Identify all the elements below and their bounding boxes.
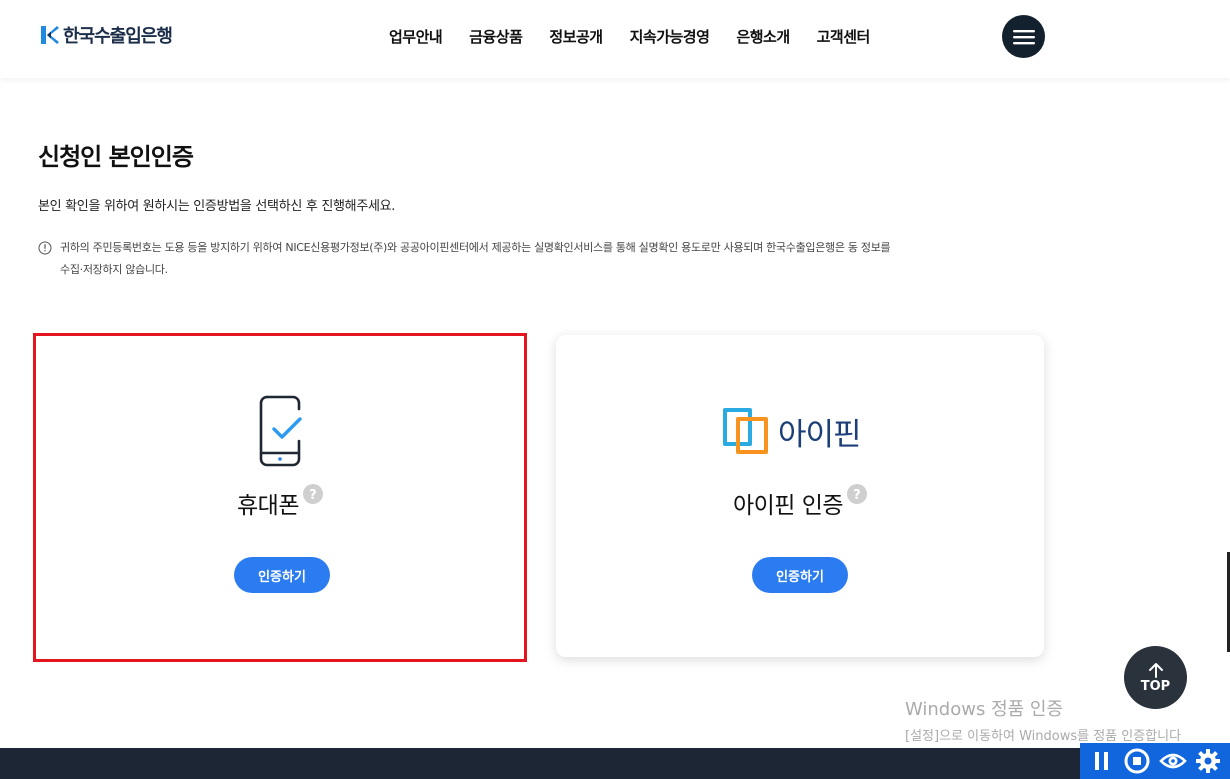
svg-text:?: ? <box>309 488 317 503</box>
nav-item-disclosure[interactable]: 정보공개 <box>549 26 603 47</box>
help-icon[interactable]: ? <box>302 484 323 504</box>
hamburger-menu-button[interactable] <box>1002 15 1045 58</box>
page-description: 본인 확인을 위하여 원하시는 인증방법을 선택하신 후 진행해주세요. <box>38 199 396 214</box>
watermark-subtitle: [설정]으로 이동하여 Windows를 정품 인증합니다 <box>905 729 1182 744</box>
site-header: 한국수출입은행 업무안내 금융상품 정보공개 지속가능경영 은행소개 고객센터 <box>0 0 1230 78</box>
nav-item-sustainability[interactable]: 지속가능경영 <box>630 26 710 47</box>
settings-button[interactable] <box>1193 746 1223 776</box>
ipin-auth-card[interactable]: 아이핀 아이핀 인증 ? 인증하기 <box>556 335 1044 657</box>
stop-icon <box>1124 748 1150 774</box>
arrow-up-icon <box>1148 662 1163 678</box>
pause-icon <box>1094 752 1108 770</box>
ipin-logo-icon <box>723 408 768 454</box>
eye-icon <box>1158 753 1187 769</box>
phone-auth-title: 휴대폰 <box>237 493 299 519</box>
windows-activation-watermark: Windows 정품 인증 [설정]으로 이동하여 Windows를 정품 인증… <box>905 695 1181 744</box>
ipin-logo-text: 아이핀 <box>778 416 862 453</box>
info-circle-icon <box>38 241 52 255</box>
bank-logo[interactable]: 한국수출입은행 <box>38 22 173 48</box>
ipin-auth-button[interactable]: 인증하기 <box>752 557 848 593</box>
notice-text: 귀하의 주민등록번호는 도용 등을 방지하기 위하여 NICE신용평가정보(주)… <box>60 241 891 276</box>
stop-button[interactable] <box>1122 746 1152 776</box>
privacy-notice: 귀하의 주민등록번호는 도용 등을 방지하기 위하여 NICE신용평가정보(주)… <box>38 237 1038 281</box>
site-footer <box>0 748 1230 779</box>
pause-button[interactable] <box>1087 746 1117 776</box>
nav-item-customer[interactable]: 고객센터 <box>817 26 871 47</box>
page-title: 신청인 본인인증 <box>38 143 194 171</box>
nav-item-about[interactable]: 은행소개 <box>736 26 790 47</box>
watermark-title: Windows 정품 인증 <box>905 699 1064 720</box>
logo-text: 한국수출입은행 <box>63 26 173 47</box>
help-icon[interactable]: ? <box>847 484 868 504</box>
nav-item-business[interactable]: 업무안내 <box>389 26 443 47</box>
phone-title-row: 휴대폰 ? <box>36 484 524 520</box>
phone-auth-card[interactable]: 휴대폰 ? 인증하기 <box>36 336 524 658</box>
main-nav: 업무안내 금융상품 정보공개 지속가능경영 은행소개 고객센터 <box>389 26 870 47</box>
view-button[interactable] <box>1158 746 1188 776</box>
gear-icon <box>1196 749 1221 773</box>
ipin-title-row: 아이핀 인증 ? <box>556 484 1044 520</box>
phone-auth-button[interactable]: 인증하기 <box>234 557 330 593</box>
nav-item-products[interactable]: 금융상품 <box>469 26 523 47</box>
mobile-check-icon <box>259 395 302 467</box>
ipin-auth-title: 아이핀 인증 <box>732 493 844 519</box>
hamburger-icon <box>1012 29 1035 44</box>
top-label: TOP <box>1140 678 1171 694</box>
ipin-logo: 아이핀 <box>722 407 862 455</box>
overlay-toolbar <box>1080 743 1230 779</box>
svg-text:?: ? <box>853 488 861 503</box>
kexim-logo-icon <box>41 26 59 44</box>
